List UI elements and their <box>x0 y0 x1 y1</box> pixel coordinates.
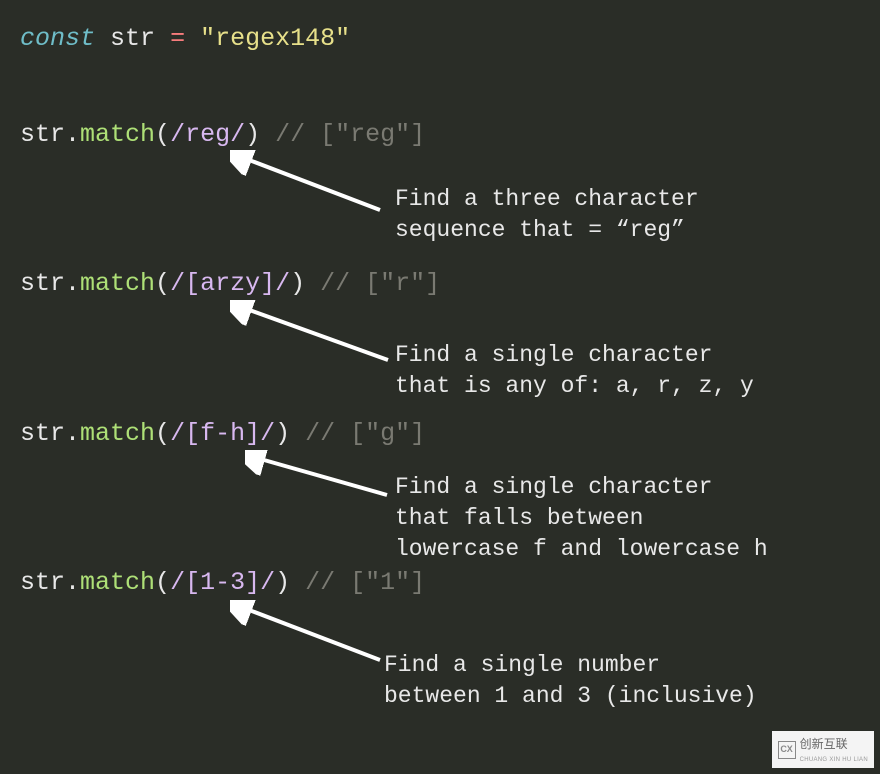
watermark-sub: CHUANG XIN HU LIAN <box>800 757 868 763</box>
paren-close: ) <box>290 269 305 298</box>
paren-open: ( <box>155 269 170 298</box>
watermark-text: 创新互联 <box>800 737 848 751</box>
keyword-const: const <box>20 24 95 53</box>
regex-literal: /[f-h]/ <box>170 419 275 448</box>
arrow-2 <box>230 300 395 370</box>
dot: . <box>65 120 80 149</box>
method-match: match <box>80 419 155 448</box>
annotation-3: Find a single character that falls betwe… <box>395 472 768 565</box>
obj-ref: str <box>20 419 65 448</box>
method-match: match <box>80 269 155 298</box>
code-line-2: str.match(/[arzy]/) // ["r"] <box>20 265 860 303</box>
assign-op: = <box>170 24 185 53</box>
paren-open: ( <box>155 120 170 149</box>
code-line-1: str.match(/reg/) // ["reg"] <box>20 116 860 154</box>
var-name: str <box>110 24 155 53</box>
paren-close: ) <box>245 120 260 149</box>
code-line-3: str.match(/[f-h]/) // ["g"] <box>20 415 860 453</box>
paren-close: ) <box>275 419 290 448</box>
obj-ref: str <box>20 120 65 149</box>
regex-literal: /reg/ <box>170 120 245 149</box>
comment: // ["reg"] <box>260 120 425 149</box>
code-line-4: str.match(/[1-3]/) // ["1"] <box>20 564 860 602</box>
method-match: match <box>80 120 155 149</box>
watermark: CX 创新互联 CHUANG XIN HU LIAN <box>772 731 874 768</box>
comment: // ["g"] <box>290 419 425 448</box>
regex-literal: /[1-3]/ <box>170 568 275 597</box>
declaration-line: const str = "regex148" <box>20 20 860 58</box>
annotation-4: Find a single number between 1 and 3 (in… <box>384 650 757 712</box>
regex-literal: /[arzy]/ <box>170 269 290 298</box>
string-literal: "regex148" <box>200 24 350 53</box>
paren-close: ) <box>275 568 290 597</box>
paren-open: ( <box>155 419 170 448</box>
obj-ref: str <box>20 269 65 298</box>
annotation-2: Find a single character that is any of: … <box>395 340 754 402</box>
arrow-1 <box>230 150 390 220</box>
arrow-3 <box>245 450 395 505</box>
comment: // ["r"] <box>305 269 440 298</box>
watermark-logo: CX <box>778 741 796 759</box>
paren-open: ( <box>155 568 170 597</box>
annotation-1: Find a three character sequence that = “… <box>395 184 699 246</box>
dot: . <box>65 269 80 298</box>
comment: // ["1"] <box>290 568 425 597</box>
method-match: match <box>80 568 155 597</box>
dot: . <box>65 568 80 597</box>
obj-ref: str <box>20 568 65 597</box>
arrow-4 <box>230 600 390 670</box>
dot: . <box>65 419 80 448</box>
